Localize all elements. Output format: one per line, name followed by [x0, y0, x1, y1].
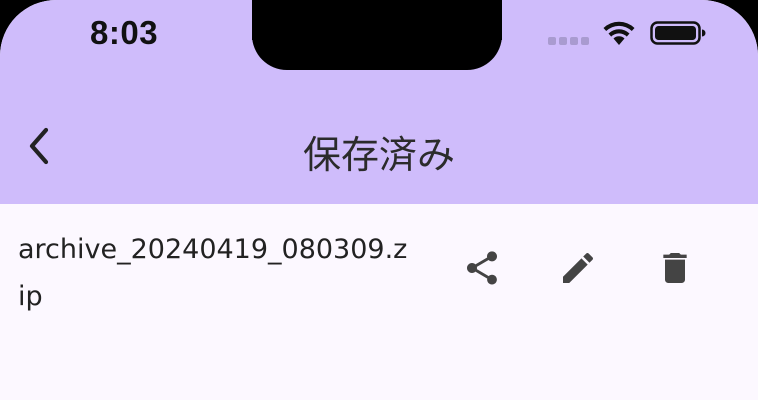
page-title: 保存済み	[302, 133, 455, 177]
edit-button[interactable]	[554, 244, 602, 292]
dynamic-island	[252, 0, 502, 70]
share-icon	[467, 251, 497, 285]
back-button[interactable]	[12, 118, 68, 174]
status-bar: 8:03	[0, 0, 758, 80]
list-item[interactable]: archive_20240419_080309.zip	[0, 204, 758, 324]
wifi-icon	[603, 21, 635, 45]
share-button[interactable]	[458, 244, 506, 292]
edit-pencil-icon	[563, 252, 594, 283]
delete-button[interactable]	[651, 244, 699, 292]
app-bar: 保存済み	[0, 80, 758, 204]
delete-trash-icon	[663, 253, 687, 283]
cellular-signal-icon	[548, 37, 589, 45]
status-time: 8:03	[90, 14, 159, 51]
battery-icon	[650, 21, 706, 45]
chevron-left-icon	[29, 127, 49, 165]
file-name: archive_20240419_080309.zip	[18, 234, 408, 312]
phone-screen: 8:03 保存済み archive_20240419_080309.zip	[0, 0, 758, 400]
